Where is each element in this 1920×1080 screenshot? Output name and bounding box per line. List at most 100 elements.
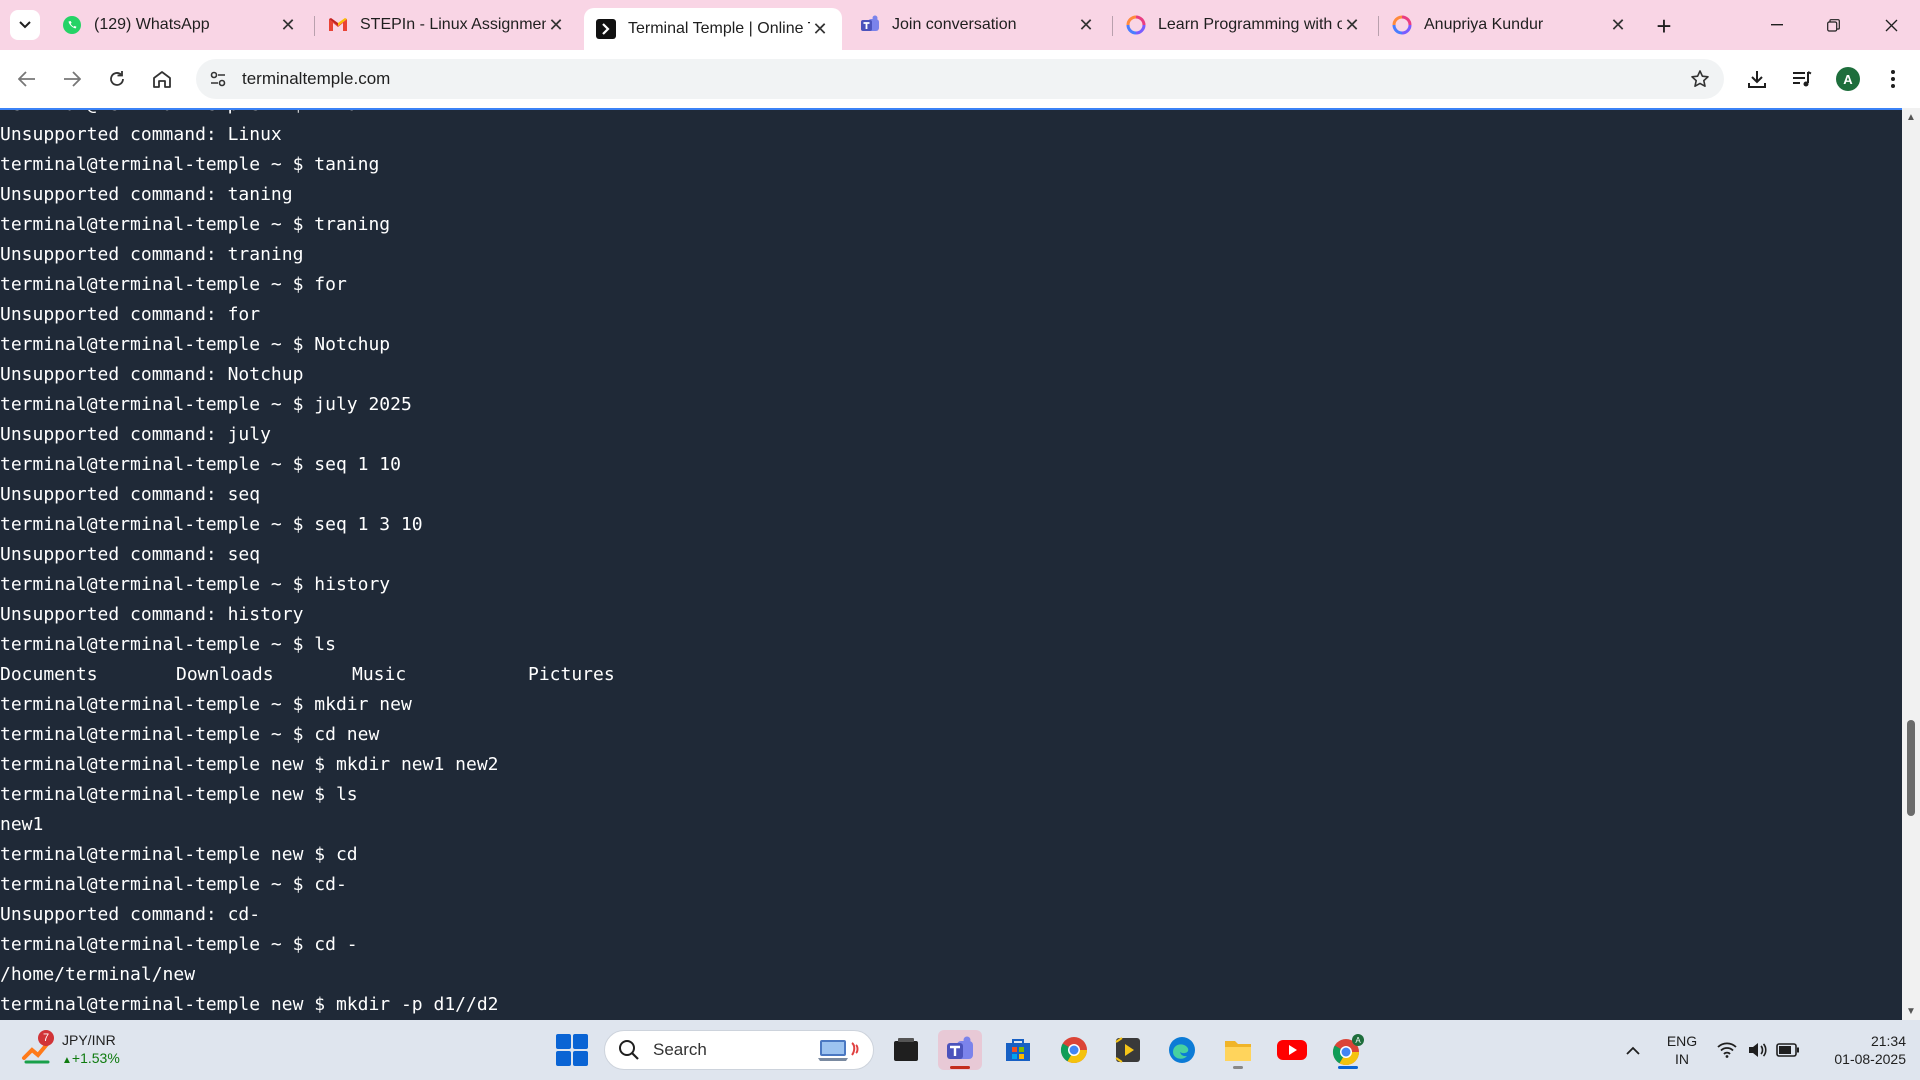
close-icon[interactable]: ✕	[1076, 15, 1096, 35]
arrow-right-icon	[64, 71, 81, 87]
tab-anupriya-kundur[interactable]: Anupriya Kundur ✕	[1380, 8, 1640, 42]
ls-entry: Documents	[0, 664, 98, 685]
page-scrollbar[interactable]: ▲ ▼	[1902, 108, 1920, 1020]
teams-icon	[947, 1036, 973, 1059]
gmail-icon	[328, 15, 348, 35]
terminal-line: terminal@terminal-temple ~ $ history	[0, 574, 391, 595]
home-button[interactable]	[145, 62, 179, 96]
restore-button[interactable]	[1810, 8, 1856, 42]
wifi-icon[interactable]	[1714, 1032, 1740, 1068]
forward-button[interactable]	[55, 62, 89, 96]
scroll-down-icon[interactable]: ▼	[1906, 1006, 1916, 1017]
taskbar-file-explorer[interactable]	[1216, 1030, 1260, 1070]
system-clock[interactable]: 21:34 01-08-2025	[1810, 1032, 1906, 1068]
tab-whatsapp[interactable]: (129) WhatsApp ✕	[50, 8, 310, 42]
media-control-button[interactable]	[1785, 62, 1819, 96]
taskbar-search[interactable]: Search	[604, 1030, 874, 1070]
folder-icon	[1225, 1041, 1251, 1061]
close-icon[interactable]: ✕	[1342, 15, 1362, 35]
terminal-line: terminal@terminal-temple ~ $ seq 1 3 10	[0, 514, 423, 535]
media-player-icon	[1115, 1037, 1140, 1063]
downloads-button[interactable]	[1740, 62, 1774, 96]
svg-text:A: A	[1355, 1036, 1361, 1045]
taskbar-store[interactable]	[996, 1030, 1040, 1070]
store-icon	[1006, 1039, 1030, 1061]
tab-label: (129) WhatsApp	[94, 16, 210, 33]
trend-up-icon: ▲	[62, 1054, 72, 1066]
terminal-line: Unsupported command: cd-	[0, 904, 261, 925]
tab-join-conversation[interactable]: Join conversation ✕	[848, 8, 1108, 42]
language-code: ENG	[1666, 1033, 1698, 1049]
close-icon[interactable]: ✕	[546, 15, 566, 35]
edge-icon	[1169, 1037, 1195, 1063]
search-highlight-icon	[817, 1036, 863, 1064]
scroll-up-icon[interactable]: ▲	[1906, 112, 1916, 123]
terminal-line: new1	[0, 814, 44, 835]
tab-terminal-temple[interactable]: Terminal Temple | Online Te ✕	[584, 8, 842, 50]
terminal-line: terminal@terminal-temple ~ $ traning	[0, 214, 391, 235]
terminal-window[interactable]: terminal@terminal-temple ~ $ Linux Unsupp…	[0, 108, 1902, 1020]
youtube-icon	[1277, 1040, 1307, 1060]
reload-icon	[110, 71, 124, 86]
bookmark-star-icon[interactable]	[1682, 61, 1718, 97]
taskbar: 7 JPY/INR ▲+1.53% Search A ENG IN 21:34 …	[0, 1020, 1920, 1080]
new-tab-button[interactable]: +	[1650, 11, 1678, 41]
tab-separator	[1378, 16, 1379, 36]
tab-label: Terminal Temple | Online Te	[628, 20, 810, 37]
tab-stepin[interactable]: STEPIn - Linux Assignment ✕	[316, 8, 578, 42]
terminal-line: terminal@terminal-temple new $ mkdir -p …	[0, 994, 499, 1015]
file-manager-icon	[894, 1038, 918, 1061]
taskbar-file-manager[interactable]	[884, 1030, 928, 1070]
chrome-profile-icon: A	[1332, 1034, 1364, 1066]
minimize-button[interactable]	[1754, 8, 1800, 42]
volume-icon[interactable]	[1744, 1032, 1770, 1068]
close-icon[interactable]: ✕	[1608, 15, 1628, 35]
close-icon	[1885, 19, 1897, 31]
terminal-line: terminal@terminal-temple ~ $ cd-	[0, 874, 347, 895]
taskbar-chrome[interactable]	[1052, 1030, 1096, 1070]
terminal-line: /home/terminal/new	[0, 964, 196, 985]
terminal-line: terminal@terminal-temple ~ $ cd new	[0, 724, 380, 745]
minimize-icon	[1771, 24, 1783, 26]
terminal-line: Unsupported command: seq	[0, 544, 261, 565]
market-widget[interactable]: 7 JPY/INR ▲+1.53%	[20, 1030, 140, 1070]
menu-button[interactable]	[1876, 62, 1910, 96]
tab-search-button[interactable]	[10, 10, 40, 40]
terminal-line: terminal@terminal-temple ~ $ mkdir new	[0, 694, 412, 715]
taskbar-youtube[interactable]	[1270, 1030, 1314, 1070]
reload-button[interactable]	[100, 62, 134, 96]
terminal-icon	[596, 19, 616, 39]
whatsapp-icon	[62, 15, 82, 35]
windows-start-icon[interactable]	[556, 1034, 588, 1066]
url-text[interactable]: terminaltemple.com	[242, 69, 1682, 89]
terminal-line: terminal@terminal-temple ~ $ Notchup	[0, 334, 391, 355]
taskbar-edge[interactable]	[1160, 1030, 1204, 1070]
close-icon[interactable]: ✕	[810, 19, 830, 39]
ls-output-row: Documents Downloads Music Pictures	[0, 660, 704, 690]
chrome-icon	[1060, 1037, 1088, 1064]
back-button[interactable]	[10, 62, 44, 96]
close-icon[interactable]: ✕	[278, 15, 298, 35]
download-icon	[1748, 71, 1766, 88]
taskbar-media-player[interactable]	[1106, 1030, 1150, 1070]
site-info-icon[interactable]	[200, 61, 236, 97]
tab-label: Learn Programming with o	[1158, 16, 1342, 33]
address-bar[interactable]: terminaltemple.com	[196, 59, 1724, 99]
active-indicator	[1338, 1066, 1358, 1069]
taskbar-teams[interactable]	[938, 1030, 982, 1070]
battery-icon[interactable]	[1774, 1032, 1802, 1068]
show-hidden-icons[interactable]	[1620, 1032, 1646, 1068]
scrollbar-thumb[interactable]	[1907, 720, 1915, 816]
swirl-icon	[1392, 15, 1412, 35]
language-indicator[interactable]: ENG IN	[1664, 1032, 1700, 1068]
close-window-button[interactable]	[1868, 8, 1914, 42]
tab-label: Anupriya Kundur	[1424, 16, 1544, 33]
terminal-line: terminal@terminal-temple ~ $ seq 1 10	[0, 454, 401, 475]
taskbar-chrome-profile[interactable]: A	[1326, 1030, 1370, 1070]
profile-avatar[interactable]: A	[1836, 67, 1860, 91]
search-icon	[617, 1038, 641, 1062]
tab-learn-programming[interactable]: Learn Programming with o ✕	[1114, 8, 1374, 42]
terminal-line: Unsupported command: Linux	[0, 124, 282, 145]
kebab-menu-icon	[1891, 70, 1895, 88]
ls-entry: Pictures	[528, 664, 615, 685]
